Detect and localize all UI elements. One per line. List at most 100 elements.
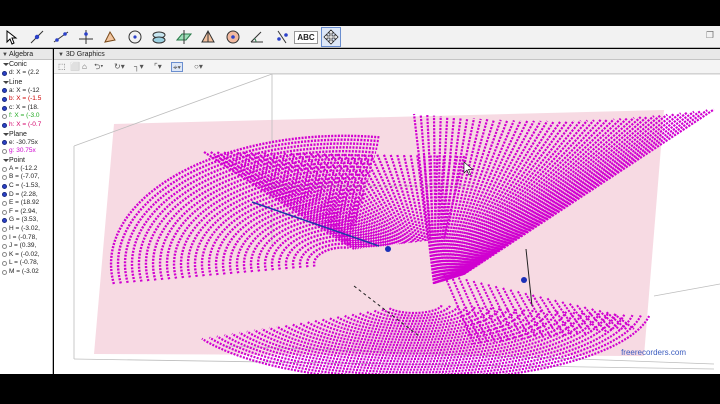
algebra-item[interactable]: c: X = (18. (0, 104, 52, 113)
line-icon (53, 31, 69, 43)
algebra-item[interactable]: D = (2.28, (0, 191, 52, 200)
panel-collapse-icon[interactable]: ▼ (2, 52, 8, 58)
algebra-item[interactable]: H = (-3.02, (0, 225, 52, 234)
visibility-toggle-icon[interactable] (2, 209, 7, 215)
visibility-toggle-icon[interactable] (2, 105, 7, 111)
point-G[interactable] (521, 277, 527, 283)
visibility-toggle-icon[interactable] (2, 88, 7, 94)
visibility-toggle-icon[interactable] (2, 148, 7, 154)
visibility-toggle-icon[interactable] (2, 261, 7, 267)
geogebra-window: ABC ❐ ▼Algebra Conic d: X = (2.2 Line a: X … (0, 0, 720, 404)
grid-toggle-icon[interactable]: ⬜ (70, 62, 80, 72)
algebra-item[interactable]: J = (0.39, (0, 242, 52, 251)
polygon-icon (104, 30, 116, 43)
algebra-title-label: Algebra (8, 51, 34, 58)
algebra-item[interactable]: a: X = (-12 (0, 87, 52, 96)
algebra-item[interactable]: E = (18.92 (0, 199, 52, 208)
visibility-toggle-icon[interactable] (2, 140, 7, 146)
text-abc-icon: ABC (294, 30, 318, 44)
visibility-toggle-icon[interactable] (2, 269, 7, 275)
algebra-group-line[interactable]: Line (0, 78, 52, 87)
visibility-toggle-icon[interactable] (2, 243, 7, 249)
algebra-item[interactable]: K = (-0.02, (0, 251, 52, 260)
algebra-item-text: D = (2.28, (9, 190, 38, 198)
algebra-item[interactable]: M = (-3.02 (0, 268, 52, 277)
algebra-item[interactable]: F = (2.94, (0, 208, 52, 217)
tool-perpendicular-line[interactable] (76, 27, 96, 47)
view-direction-icon[interactable]: ⮌▾ (94, 62, 103, 72)
panel-collapse-icon[interactable]: ▼ (58, 52, 64, 58)
visibility-toggle-icon[interactable] (2, 166, 7, 172)
visibility-toggle-icon[interactable] (2, 122, 7, 128)
algebra-item-text: K = (-0.02, (9, 250, 40, 258)
tool-pyramid[interactable] (198, 27, 218, 47)
algebra-item[interactable]: b: X = (-1.5 (0, 95, 52, 104)
algebra-item-text: f: X = (-3.0 (9, 112, 40, 120)
tool-reflect[interactable] (272, 27, 292, 47)
3d-scene[interactable] (54, 74, 720, 374)
graphics-3d-view[interactable]: freerecorders.com (54, 74, 720, 374)
algebra-item-text: c: X = (18. (9, 103, 39, 111)
algebra-item[interactable]: g: 30.75x (0, 147, 52, 156)
algebra-item[interactable]: d: X = (2.2 (0, 69, 52, 78)
visibility-toggle-icon[interactable] (2, 218, 7, 224)
graphics-3d-title: 3D Graphics (65, 51, 105, 58)
algebra-item-text: M = (-3.02 (9, 267, 39, 275)
algebra-item[interactable]: B = (-7.07, (0, 173, 52, 182)
tool-point[interactable] (27, 27, 47, 47)
algebra-panel: ▼Algebra Conic d: X = (2.2 Line a: X = (-12… (0, 49, 53, 374)
algebra-group-point[interactable]: Point (0, 156, 52, 165)
visibility-toggle-icon[interactable] (2, 96, 7, 102)
view-settings-icon[interactable]: ○▾ (194, 62, 203, 72)
algebra-item[interactable]: f: X = (-3.0 (0, 112, 52, 121)
algebra-item[interactable]: G = (3.53, (0, 216, 52, 225)
tool-circle[interactable] (125, 27, 145, 47)
toolbar: ABC (0, 26, 720, 48)
algebra-panel-title[interactable]: ▼Algebra (0, 49, 52, 60)
home-icon[interactable]: ⌂ (82, 62, 87, 72)
help-icon[interactable]: ❐ (706, 30, 714, 41)
rotate-view-icon[interactable]: ↻▾ (114, 62, 125, 72)
visibility-toggle-icon[interactable] (2, 70, 7, 76)
algebra-item[interactable]: A = (-12.2 (0, 165, 52, 174)
visibility-toggle-icon[interactable] (2, 114, 7, 120)
algebra-item[interactable]: e: -30.75x (0, 139, 52, 148)
clipping-icon[interactable]: ┐▾ (134, 62, 144, 72)
visibility-toggle-icon[interactable] (2, 192, 7, 198)
algebra-item[interactable]: C = (-1.53, (0, 182, 52, 191)
graphics-3d-stylebar: ⬚ ⬜ ⌂ ⮌▾ ↻▾ ┐▾ ⌜▾ ⌖▾ ○▾ (54, 60, 720, 74)
tool-text-abc[interactable]: ABC (294, 27, 318, 47)
visibility-toggle-icon[interactable] (2, 200, 7, 206)
algebra-group-conic[interactable]: Conic (0, 60, 52, 69)
tool-line[interactable] (51, 27, 71, 47)
tool-sphere[interactable] (223, 27, 243, 47)
visibility-toggle-icon[interactable] (2, 175, 7, 181)
visibility-toggle-icon[interactable] (2, 226, 7, 232)
algebra-group-plane[interactable]: Plane (0, 130, 52, 139)
algebra-item[interactable]: L = (-0.78, (0, 259, 52, 268)
projection-icon[interactable]: ⌖▾ (171, 62, 183, 72)
move-arrow-icon (6, 29, 18, 45)
tool-intersect-surfaces[interactable] (149, 27, 169, 47)
show-axes-icon[interactable]: ⌜▾ (154, 62, 162, 72)
algebra-item-text: E = (18.92 (9, 199, 40, 207)
algebra-list: Conic d: X = (2.2 Line a: X = (-12 b: X = (-… (0, 60, 52, 276)
algebra-item[interactable]: h: X = (-0.7 (0, 121, 52, 130)
tool-rotate-view[interactable] (320, 27, 341, 47)
tool-polygon[interactable] (100, 27, 120, 47)
algebra-item-text: I = (-0.78, (9, 233, 37, 241)
visibility-toggle-icon[interactable] (2, 183, 7, 189)
graphics-3d-titlebar[interactable]: ▼ 3D Graphics (54, 49, 720, 60)
tool-plane[interactable] (174, 27, 194, 47)
algebra-item-text: d: X = (2.2 (9, 69, 40, 76)
tool-move-arrow[interactable] (2, 27, 22, 47)
point-icon (30, 30, 43, 44)
point-C[interactable] (385, 246, 391, 252)
visibility-toggle-icon[interactable] (2, 235, 7, 241)
visibility-toggle-icon[interactable] (2, 252, 7, 258)
algebra-item[interactable]: I = (-0.78, (0, 234, 52, 243)
axes-toggle-icon[interactable]: ⬚ (58, 62, 66, 72)
intersect-surfaces-icon (152, 31, 166, 44)
plane-icon (175, 30, 192, 44)
tool-angle[interactable] (247, 27, 267, 47)
